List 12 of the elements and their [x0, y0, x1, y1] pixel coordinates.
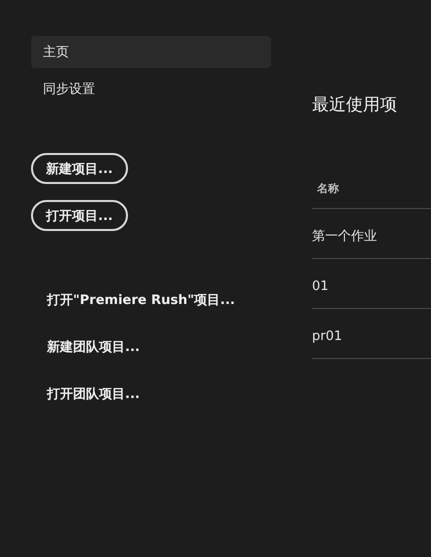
table-cell[interactable]: 第一个作业: [312, 229, 377, 244]
nav-item[interactable]: 同步设置: [31, 73, 271, 105]
nav-item[interactable]: 主页: [31, 36, 271, 68]
table-cell[interactable]: pr01: [312, 329, 342, 344]
project-link[interactable]: 打开"Premiere Rush"项目...: [47, 293, 271, 340]
section-title: 最近使用项: [312, 94, 398, 115]
project-link[interactable]: 打开团队项目...: [47, 387, 271, 434]
column-header: 名称: [317, 182, 339, 195]
project-button[interactable]: 打开项目...: [31, 200, 128, 231]
project-button[interactable]: 新建项目...: [31, 153, 128, 184]
project-link[interactable]: 新建团队项目...: [47, 340, 271, 387]
table-cell[interactable]: 01: [312, 279, 329, 294]
